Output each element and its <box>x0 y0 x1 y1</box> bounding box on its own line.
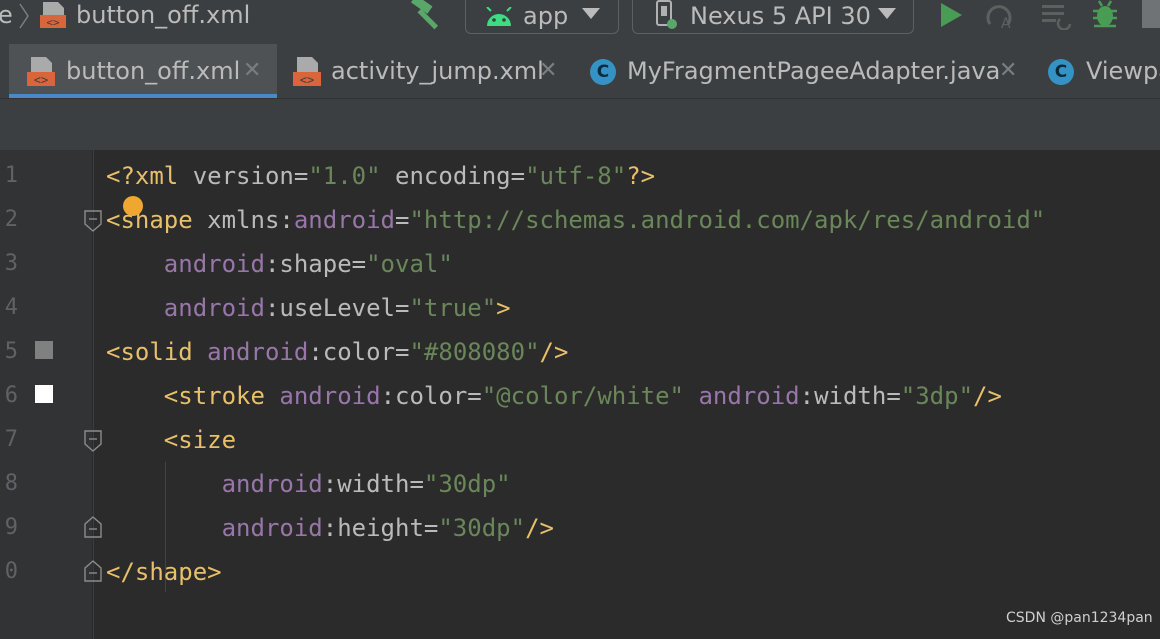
tab-label: Viewpa <box>1086 57 1160 85</box>
device-label: Nexus 5 API 30 <box>690 2 871 30</box>
device-dropdown[interactable]: Nexus 5 API 30 <box>632 0 914 34</box>
xml-file-icon: <> <box>40 2 66 29</box>
fold-close-icon[interactable] <box>83 560 103 582</box>
run-icon[interactable] <box>938 0 964 30</box>
hammer-icon[interactable] <box>410 0 444 30</box>
code-line: <stroke android:color="@color/white" and… <box>163 382 1002 410</box>
code-line: <size <box>163 426 237 454</box>
close-icon[interactable]: ✕ <box>539 56 557 86</box>
apply-changes-icon[interactable]: A <box>984 0 1018 30</box>
code-line: <?xml version="1.0" encoding="utf-8"?> <box>106 162 656 190</box>
tab-label: activity_jump.xml <box>331 57 544 85</box>
chevron-down-icon <box>582 8 600 19</box>
code-line: android:width="30dp" <box>221 470 511 498</box>
editor-tab-bar: <> button_off.xml ✕ <> activity_jump.xml… <box>0 44 1160 99</box>
line-number: 8 <box>4 471 18 496</box>
device-icon <box>656 0 677 29</box>
svg-text:A: A <box>1001 16 1011 30</box>
breadcrumb-prefix[interactable]: e <box>0 0 13 30</box>
line-number: 9 <box>4 515 18 540</box>
code-line: android:shape="oval" <box>163 250 453 278</box>
watermark: CSDN @pan1234pan <box>1006 610 1153 626</box>
svg-text:<>: <> <box>34 73 48 87</box>
breadcrumb-file[interactable]: button_off.xml <box>76 0 250 30</box>
toolbar: e <> button_off.xml app Nexus 5 API 30 A <box>0 0 1160 44</box>
code-line: android:useLevel="true"> <box>163 294 511 322</box>
line-number: 0 <box>4 559 18 584</box>
svg-text:<>: <> <box>46 16 60 29</box>
color-swatch-icon[interactable] <box>35 385 53 403</box>
xml-file-icon: <> <box>293 57 321 87</box>
code-line: android:height="30dp"/> <box>221 514 554 542</box>
tab-label: button_off.xml <box>66 57 241 85</box>
chevron-down-icon <box>878 8 896 19</box>
line-number: 6 <box>4 383 18 408</box>
editor-breadcrumb-strip <box>0 99 1160 150</box>
code-line: <shape xmlns:android="http://schemas.and… <box>106 206 1046 234</box>
code-line: </shape> <box>106 558 222 586</box>
tab-button-off-xml[interactable]: <> button_off.xml ✕ <box>9 44 277 98</box>
sync-icon[interactable] <box>1040 0 1072 30</box>
tab-viewpager[interactable]: C Viewpa <box>1035 44 1160 98</box>
tab-activity-jump-xml[interactable]: <> activity_jump.xml ✕ <box>277 44 577 98</box>
active-tab-indicator <box>9 94 277 98</box>
run-config-dropdown[interactable]: app <box>465 0 619 34</box>
tab-myfragmentpageeadapter-java[interactable]: C MyFragmentPageeAdapter.java ✕ <box>577 44 1035 98</box>
debug-icon[interactable] <box>1090 0 1120 30</box>
android-icon <box>486 7 512 26</box>
fold-open-icon[interactable] <box>83 210 103 232</box>
xml-file-icon: <> <box>27 57 55 87</box>
tab-label: MyFragmentPageeAdapter.java <box>627 57 1001 85</box>
intention-bulb-icon[interactable] <box>123 196 143 216</box>
code-line: <solid android:color="#808080"/> <box>106 338 569 366</box>
close-icon[interactable]: ✕ <box>243 56 261 86</box>
line-number: 4 <box>4 295 18 320</box>
class-icon: C <box>590 59 616 85</box>
fold-open-icon[interactable] <box>83 430 103 452</box>
line-number: 7 <box>4 427 18 452</box>
fold-close-icon[interactable] <box>83 516 103 538</box>
line-number: 3 <box>4 251 18 276</box>
overflow-icon[interactable] <box>1142 0 1160 28</box>
line-number: 2 <box>4 207 18 232</box>
close-icon[interactable]: ✕ <box>999 56 1017 86</box>
class-icon: C <box>1048 59 1074 85</box>
svg-text:<>: <> <box>300 73 314 87</box>
line-number: 5 <box>4 339 18 364</box>
run-config-label: app <box>523 2 569 30</box>
color-swatch-icon[interactable] <box>35 341 53 359</box>
line-number: 1 <box>4 163 18 188</box>
breadcrumb-separator-icon <box>19 3 29 29</box>
